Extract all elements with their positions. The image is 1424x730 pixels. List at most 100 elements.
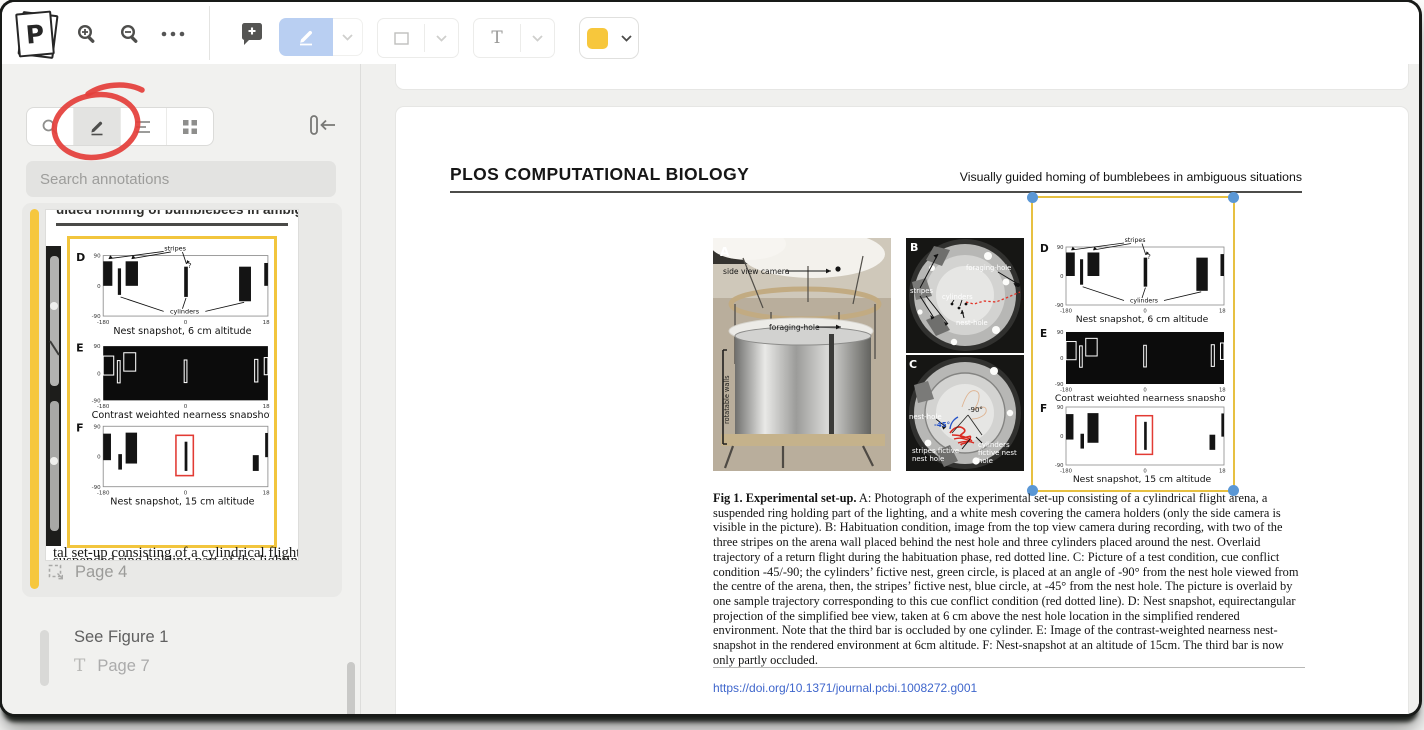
cylinders-fictive-label-2: fictive nest (978, 449, 1017, 457)
toolbar-divider (209, 6, 210, 60)
cylinders-label: cylinders (942, 293, 973, 301)
selection-handle-top-left[interactable] (1027, 192, 1038, 203)
annotation-item-text[interactable]: See Figure 1 T Page 7 (22, 624, 342, 694)
add-comment-button[interactable] (233, 15, 271, 53)
thumbnail-photo-strip (46, 246, 61, 546)
svg-text:stripes: stripes (164, 244, 186, 252)
collapse-sidebar-button[interactable] (308, 114, 338, 138)
selection-box[interactable] (1031, 196, 1235, 492)
pen-icon (296, 27, 316, 47)
panel-letter-a: A (720, 245, 730, 259)
search-icon (41, 118, 59, 136)
svg-text:0: 0 (97, 455, 101, 461)
journal-header: PLOS COMPUTATIONAL BIOLOGY (450, 164, 749, 185)
svg-text:180: 180 (263, 491, 270, 497)
shape-tool-dropdown[interactable] (425, 19, 458, 57)
thumbnail-panel-d: D900-90-1800180Nest snapshot, 6 cm altit… (74, 241, 270, 341)
figure-caption: Fig 1. Experimental set-up. A: Photograp… (713, 491, 1305, 667)
text-annotation-content: See Figure 1 (74, 628, 168, 647)
tab-search[interactable] (27, 108, 73, 145)
more-options-button[interactable] (154, 15, 192, 53)
figure-caption-lead: Fig 1. Experimental set-up. (713, 491, 857, 505)
tab-pen-annotations[interactable] (73, 108, 120, 145)
svg-text:90: 90 (94, 254, 102, 260)
color-picker-button[interactable] (580, 18, 614, 58)
search-annotations-input[interactable] (26, 161, 336, 197)
text-tool-dropdown[interactable] (521, 19, 554, 57)
annotation-page-label: Page 4 (75, 563, 127, 582)
angle-90-label: -90° (968, 406, 983, 414)
tab-list[interactable] (120, 108, 167, 145)
shape-tool-button[interactable] (378, 19, 424, 57)
thumbnail-caption-line-clipped: suspended ring holding part of the light… (53, 553, 298, 560)
text-annotation-icon: T (74, 656, 85, 676)
stripes-label: stripes (910, 287, 933, 295)
annotation-highlight-bar (30, 209, 39, 589)
app-window: P (2, 2, 1419, 714)
panel-letter-c: C (909, 358, 917, 371)
svg-text:Nest snapshot, 6 cm altitude: Nest snapshot, 6 cm altitude (113, 326, 251, 337)
ellipsis-icon (160, 30, 186, 38)
zoom-in-button[interactable] (68, 15, 106, 53)
selection-handle-top-right[interactable] (1228, 192, 1239, 203)
text-tool-button[interactable]: T (474, 19, 520, 57)
zoom-out-icon (118, 22, 142, 46)
toolbar: P (2, 2, 1419, 64)
svg-text:Contrast weighted nearness sna: Contrast weighted nearness snapshot (92, 410, 270, 418)
stripes-fictive-label-2: nest hole (912, 455, 944, 463)
stripes-fictive-label-1: stripes fictive (912, 447, 959, 455)
figure-photo-c: C nest-hole -45° -90° stripes fictive ne… (906, 355, 1024, 471)
thumbnail-highlight-box: D900-90-1800180Nest snapshot, 6 cm altit… (67, 236, 277, 548)
annotation-page-row: Page 4 (48, 563, 127, 582)
chevron-down-icon (342, 34, 353, 41)
doi-link[interactable]: https://doi.org/10.1371/journal.pcbi.100… (713, 681, 977, 695)
annotation-thumbnail[interactable]: uided homing of bumblebees in ambiguous … (46, 210, 298, 560)
list-icon (134, 120, 152, 134)
chevron-down-icon (532, 35, 543, 42)
svg-text:?: ? (188, 261, 192, 270)
svg-text:E: E (76, 343, 83, 354)
comment-plus-icon (239, 21, 265, 47)
svg-text:180: 180 (263, 320, 270, 326)
color-picker-group (579, 17, 639, 59)
tab-grid[interactable] (166, 108, 213, 145)
svg-text:D: D (76, 251, 85, 264)
figure-photo-b: B stripes foraging-hole cylinders nest-h… (906, 238, 1024, 353)
annotation-filter-tabs (26, 107, 214, 146)
rotatable-walls-label: rotatable walls (723, 375, 731, 424)
svg-text:0: 0 (97, 371, 101, 377)
svg-text:Nest snapshot, 15 cm altitude: Nest snapshot, 15 cm altitude (110, 497, 254, 508)
color-picker-dropdown[interactable] (614, 18, 638, 58)
thumbnail-panel-f: F900-90-1800180Nest snapshot, 15 cm alti… (74, 420, 270, 508)
annotation-card-area-highlight[interactable]: uided homing of bumblebees in ambiguous … (22, 203, 342, 597)
panel-letter-b: B (910, 241, 918, 254)
chevron-down-icon (621, 35, 632, 42)
annotation-page-label: Page 7 (97, 657, 149, 676)
zoom-out-button[interactable] (111, 15, 149, 53)
thumbnail-header-text: uided homing of bumblebees in ambiguous (56, 210, 298, 217)
document-page: PLOS COMPUTATIONAL BIOLOGY Visually guid… (395, 106, 1409, 714)
rectangle-icon (394, 32, 409, 45)
sidebar-scrollbar-thumb[interactable] (347, 662, 355, 714)
app-logo[interactable]: P (15, 10, 57, 57)
nest-hole-label: nest-hole (956, 319, 988, 327)
foraging-hole-label: foraging-hole (966, 264, 1011, 272)
shape-tool-group (377, 18, 459, 58)
logo-letter: P (15, 11, 55, 58)
svg-text:F: F (76, 422, 83, 435)
pencil-icon (88, 118, 106, 136)
pen-tool-group (279, 18, 363, 56)
svg-text:90: 90 (94, 424, 102, 430)
chevron-down-icon (436, 35, 447, 42)
thumbnail-rule (56, 223, 288, 226)
cylinders-fictive-label-1: cylinders (978, 441, 1010, 449)
pen-tool-dropdown[interactable] (333, 18, 363, 56)
zoom-in-icon (75, 22, 99, 46)
thumbnail-panel-e: E900-90-1800180Contrast weighted nearnes… (74, 343, 270, 418)
header-rule (450, 191, 1302, 193)
area-highlight-icon (48, 564, 65, 581)
annotation-page-row: T Page 7 (74, 656, 150, 676)
main-content: PLOS COMPUTATIONAL BIOLOGY Visually guid… (361, 64, 1419, 714)
figure-caption-body: A: Photograph of the experimental set-up… (713, 491, 1299, 667)
pen-tool-button[interactable] (279, 18, 333, 56)
